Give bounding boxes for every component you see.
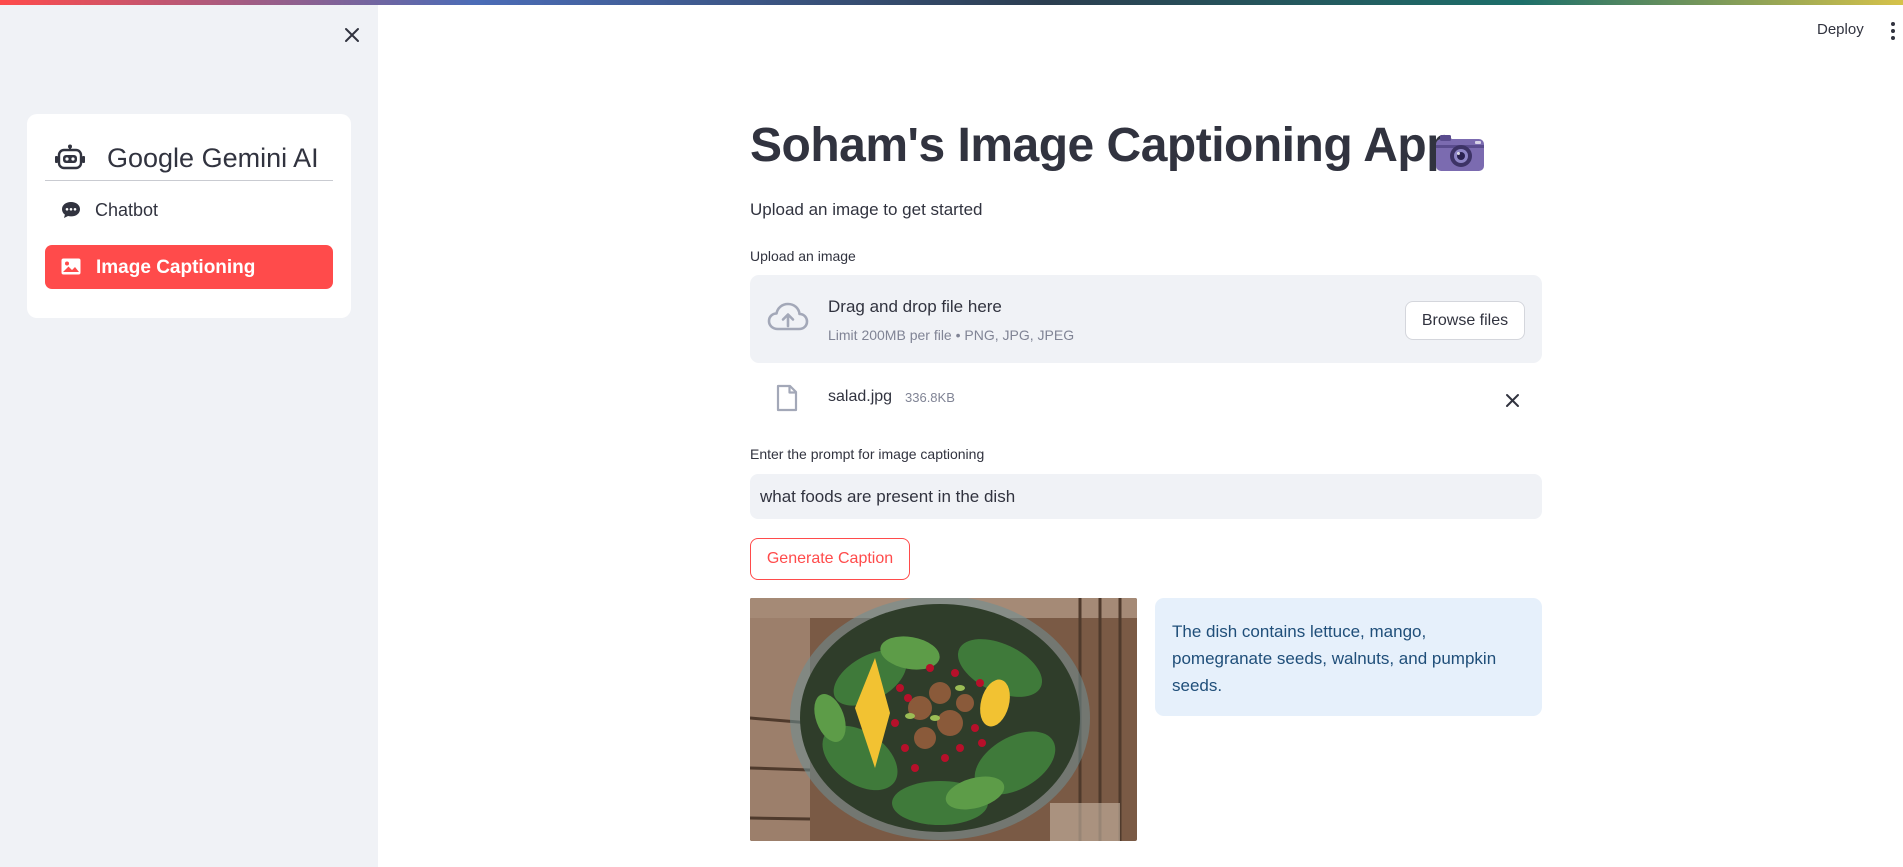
robot-icon — [55, 144, 85, 170]
uploaded-file-row: salad.jpg 336.8KB — [750, 382, 1542, 418]
sidebar-item-label: Chatbot — [95, 200, 159, 220]
salad-photo — [750, 598, 1137, 841]
deploy-button[interactable]: Deploy — [1817, 21, 1864, 38]
menu-title-row: Google Gemini AI — [45, 130, 333, 181]
dropzone-limit-text: Limit 200MB per file • PNG, JPG, JPEG — [828, 327, 1075, 343]
uploader-label: Upload an image — [750, 248, 856, 264]
chat-bubble-icon — [62, 202, 80, 218]
image-icon — [61, 258, 81, 275]
uploaded-image-preview — [750, 598, 1137, 841]
dropzone-instructions: Drag and drop file here — [828, 297, 1002, 316]
option-menu: Google Gemini AI Chatbot Image Captionin… — [27, 114, 351, 318]
more-options-icon[interactable] — [1889, 21, 1897, 41]
close-sidebar-icon[interactable] — [340, 23, 364, 47]
file-icon — [776, 384, 798, 412]
sidebar-item-chatbot[interactable]: Chatbot — [45, 190, 333, 230]
file-dropzone[interactable]: Drag and drop file here Limit 200MB per … — [750, 275, 1542, 363]
sidebar: Google Gemini AI Chatbot Image Captionin… — [0, 5, 378, 867]
page-subtitle: Upload an image to get started — [750, 200, 983, 219]
uploaded-file-name: salad.jpg — [828, 388, 893, 405]
sidebar-item-label: Image Captioning — [96, 257, 256, 278]
uploaded-file-size: 336.8KB — [905, 390, 955, 405]
generate-caption-button[interactable]: Generate Caption — [750, 538, 910, 580]
camera-icon — [1436, 135, 1484, 171]
menu-title: Google Gemini AI — [107, 143, 319, 173]
cloud-upload-icon — [767, 302, 809, 331]
remove-file-icon[interactable] — [1505, 393, 1520, 408]
prompt-input[interactable] — [750, 474, 1542, 519]
prompt-label: Enter the prompt for image captioning — [750, 446, 985, 462]
sidebar-item-image-captioning[interactable]: Image Captioning — [45, 245, 333, 289]
page-title: Soham's Image Captioning App — [750, 119, 1456, 172]
caption-result: The dish contains lettuce, mango, pomegr… — [1155, 598, 1542, 716]
browse-files-button[interactable]: Browse files — [1405, 301, 1525, 340]
